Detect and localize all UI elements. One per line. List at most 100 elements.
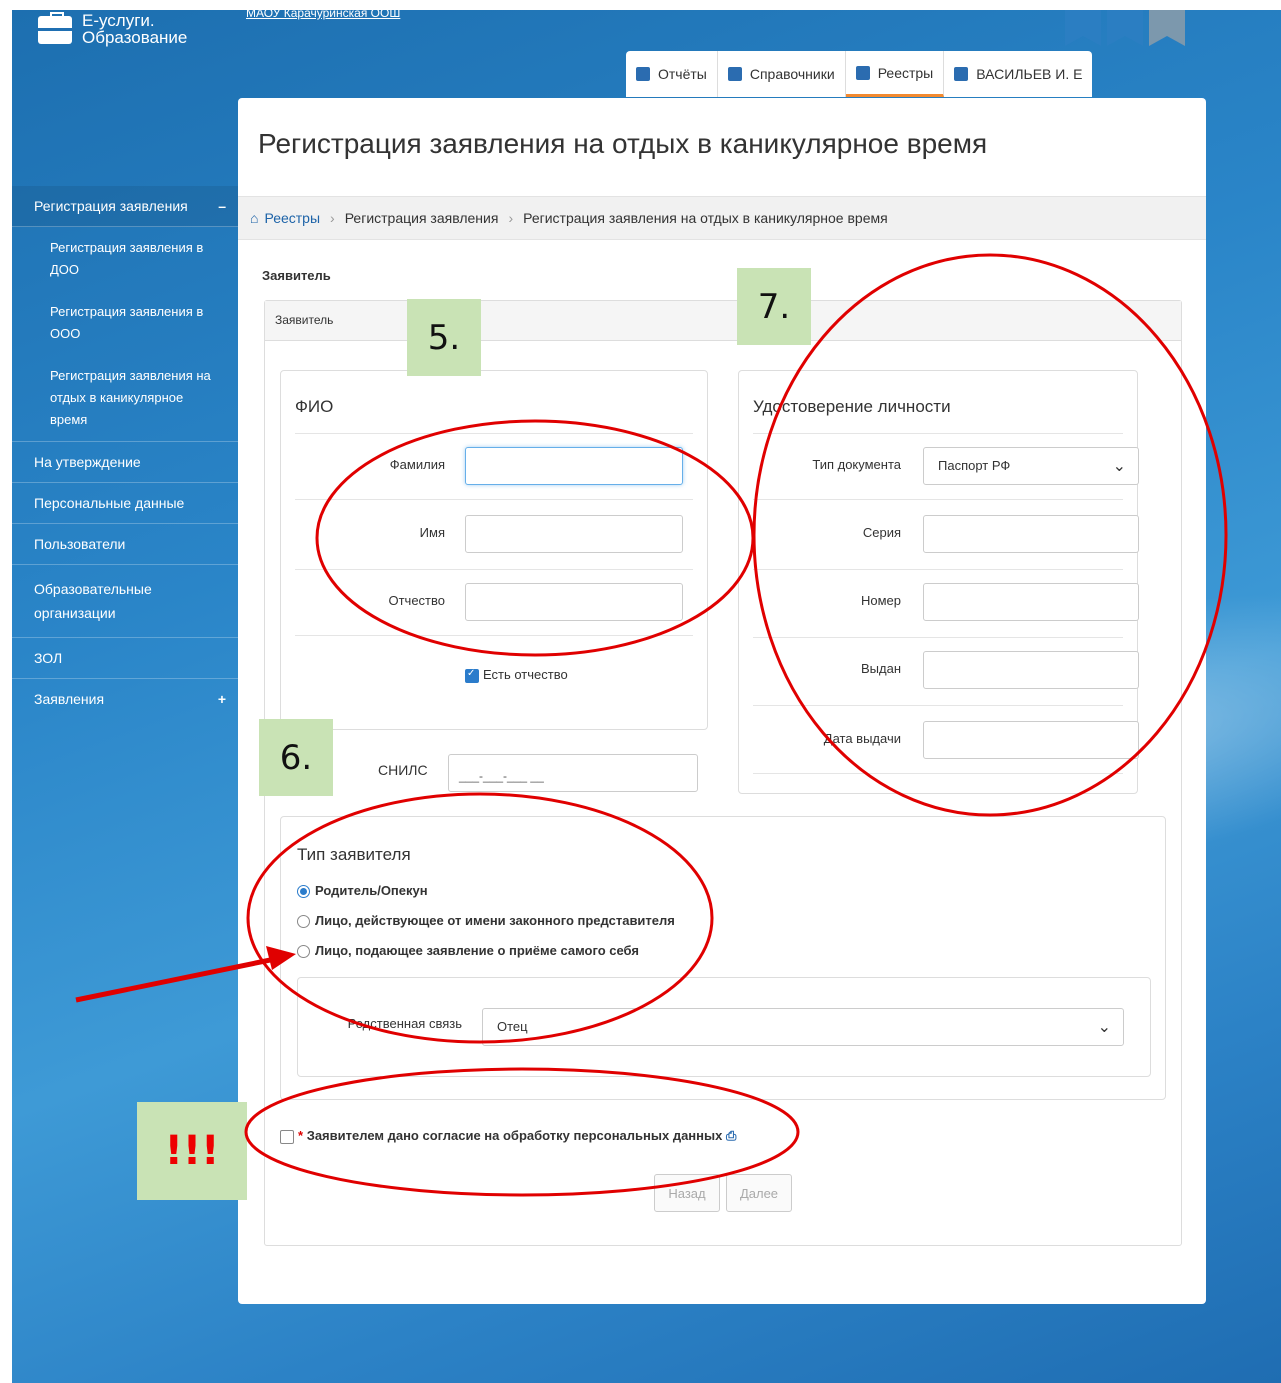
breadcrumb-separator: › (330, 210, 335, 226)
issued-by-input[interactable] (923, 651, 1139, 689)
patronymic-label: Отчество (388, 593, 445, 608)
breadcrumb-registration[interactable]: Регистрация заявления (345, 210, 499, 226)
collapse-icon[interactable]: – (218, 198, 226, 214)
consent-label[interactable]: * Заявителем дано согласие на обработку … (298, 1128, 736, 1144)
radio-self[interactable] (297, 945, 310, 958)
organization-link[interactable]: МАОУ Карачуринская ООШ (246, 6, 400, 20)
divider (753, 705, 1123, 706)
series-input[interactable] (923, 515, 1139, 553)
required-mark: * (298, 1128, 304, 1143)
number-input[interactable] (923, 583, 1139, 621)
sidebar-subitem-vacation[interactable]: Регистрация заявления на отдых в каникул… (12, 355, 238, 442)
number-label: Номер (860, 593, 901, 608)
tab-reports-label: Отчёты (658, 66, 707, 82)
next-button[interactable]: Далее (726, 1174, 792, 1212)
applicant-type-title: Тип заявителя (297, 845, 411, 864)
chevron-down-icon: ⌄ (1112, 458, 1126, 475)
tab-user-label: ВАСИЛЬЕВ И. Е (976, 66, 1083, 82)
divider (753, 433, 1123, 434)
has-patronymic-checkbox[interactable] (465, 668, 479, 683)
relation-select[interactable]: Отец ⌄ (482, 1008, 1124, 1046)
consent-text: Заявителем дано согласие на обработку пе… (306, 1128, 723, 1143)
snils-input[interactable]: ___-___-___ __ (448, 754, 698, 792)
sidebar-subitem-ooo[interactable]: Регистрация заявления в ООО (12, 291, 238, 355)
relation-value: Отец (497, 1019, 528, 1034)
sidebar-item-users[interactable]: Пользователи (12, 524, 238, 565)
tab-directories-label: Справочники (749, 66, 835, 82)
sidebar-item-applications[interactable]: Заявления + (12, 679, 238, 719)
issued-by-label: Выдан (860, 661, 901, 676)
info-bookmark-icon[interactable] (1065, 10, 1101, 46)
sidebar-item-approval[interactable]: На утверждение (12, 442, 238, 483)
doc-type-label: Тип документа (812, 457, 901, 472)
sidebar-item-organizations[interactable]: Образовательные организации (12, 565, 238, 638)
briefcase-icon (38, 12, 72, 44)
page-title: Регистрация заявления на отдых в каникул… (258, 128, 988, 159)
radio-parent-label[interactable]: Родитель/Опекун (315, 883, 428, 898)
sidebar-item-personal-data[interactable]: Персональные данные (12, 483, 238, 524)
divider (753, 569, 1123, 570)
surname-label: Фамилия (389, 457, 445, 472)
registry-icon (855, 65, 870, 80)
sidebar: Регистрация заявления – Регистрация заявл… (12, 186, 238, 719)
report-icon (636, 67, 650, 81)
user-icon (954, 67, 969, 81)
tab-directories[interactable]: Справочники (718, 51, 846, 97)
print-icon[interactable]: ⎙ (726, 1128, 736, 1143)
copy-bookmark-icon[interactable] (1107, 10, 1143, 46)
book-icon (727, 67, 742, 81)
doc-type-value: Паспорт РФ (938, 458, 1011, 473)
divider (753, 773, 1123, 774)
relation-label: Родственная связь (347, 1016, 462, 1031)
name-label: Имя (419, 525, 445, 540)
surname-input[interactable] (465, 447, 683, 485)
annotation-note-excl: !!! (137, 1102, 247, 1200)
radio-parent[interactable] (297, 885, 310, 898)
divider (295, 433, 693, 434)
logo-line2: Образование (82, 28, 188, 47)
consent-checkbox[interactable] (280, 1130, 294, 1144)
expand-bookmark-icon[interactable] (1149, 10, 1185, 46)
snils-label: СНИЛС (378, 762, 428, 778)
logo-line1: Е-услуги. (82, 11, 155, 30)
home-icon[interactable]: ⌂ (250, 210, 258, 226)
sidebar-subitem-doo[interactable]: Регистрация заявления в ДОО (12, 227, 238, 291)
radio-representative[interactable] (297, 915, 310, 928)
breadcrumb-registries[interactable]: Реестры (264, 210, 320, 226)
section-title: Заявитель (262, 268, 331, 283)
app-logo[interactable]: Е-услуги. Образование (38, 12, 187, 46)
top-icon-group (1065, 10, 1185, 46)
fio-fieldset: ФИО Фамилия Имя Отчество Есть отчество (280, 370, 708, 730)
relation-fieldset: Родственная связь Отец ⌄ (297, 977, 1151, 1077)
breadcrumb: ⌂ Реестры › Регистрация заявления › Реги… (238, 196, 1206, 240)
breadcrumb-separator: › (508, 210, 514, 226)
annotation-note-7: 7. (737, 268, 811, 345)
main-nav-tabs: Отчёты Справочники Реестры ВАСИЛЬЕВ И. Е (626, 51, 1093, 97)
sidebar-item-registration[interactable]: Регистрация заявления – (12, 186, 238, 227)
has-patronymic-label: Есть отчество (483, 667, 568, 682)
issue-date-label: Дата выдачи (823, 731, 901, 746)
divider (295, 499, 693, 500)
name-input[interactable] (465, 515, 683, 553)
tab-registries-label: Реестры (877, 64, 934, 81)
annotation-note-5: 5. (407, 299, 481, 376)
radio-representative-label[interactable]: Лицо, действующее от имени законного пре… (315, 913, 675, 928)
issue-date-input[interactable] (923, 721, 1139, 759)
patronymic-input[interactable] (465, 583, 683, 621)
identity-title: Удостоверение личности (753, 397, 951, 416)
main-panel: Регистрация заявления на отдых в каникул… (238, 98, 1206, 1304)
fio-title: ФИО (295, 397, 334, 416)
divider (295, 635, 693, 636)
sidebar-item-label: Регистрация заявления (34, 198, 188, 214)
tab-reports[interactable]: Отчёты (626, 51, 718, 97)
applicant-type-fieldset: Тип заявителя Родитель/Опекун Лицо, дейс… (280, 816, 1166, 1100)
sidebar-item-label: Заявления (34, 691, 105, 707)
divider (753, 499, 1123, 500)
tab-registries[interactable]: Реестры (845, 51, 945, 97)
back-button[interactable]: Назад (654, 1174, 720, 1212)
doc-type-select[interactable]: Паспорт РФ ⌄ (923, 447, 1139, 485)
tab-user[interactable]: ВАСИЛЬЕВ И. Е (944, 51, 1092, 97)
expand-icon[interactable]: + (218, 691, 226, 707)
radio-self-label[interactable]: Лицо, подающее заявление о приёме самого… (315, 943, 639, 958)
sidebar-item-zol[interactable]: ЗОЛ (12, 638, 238, 679)
